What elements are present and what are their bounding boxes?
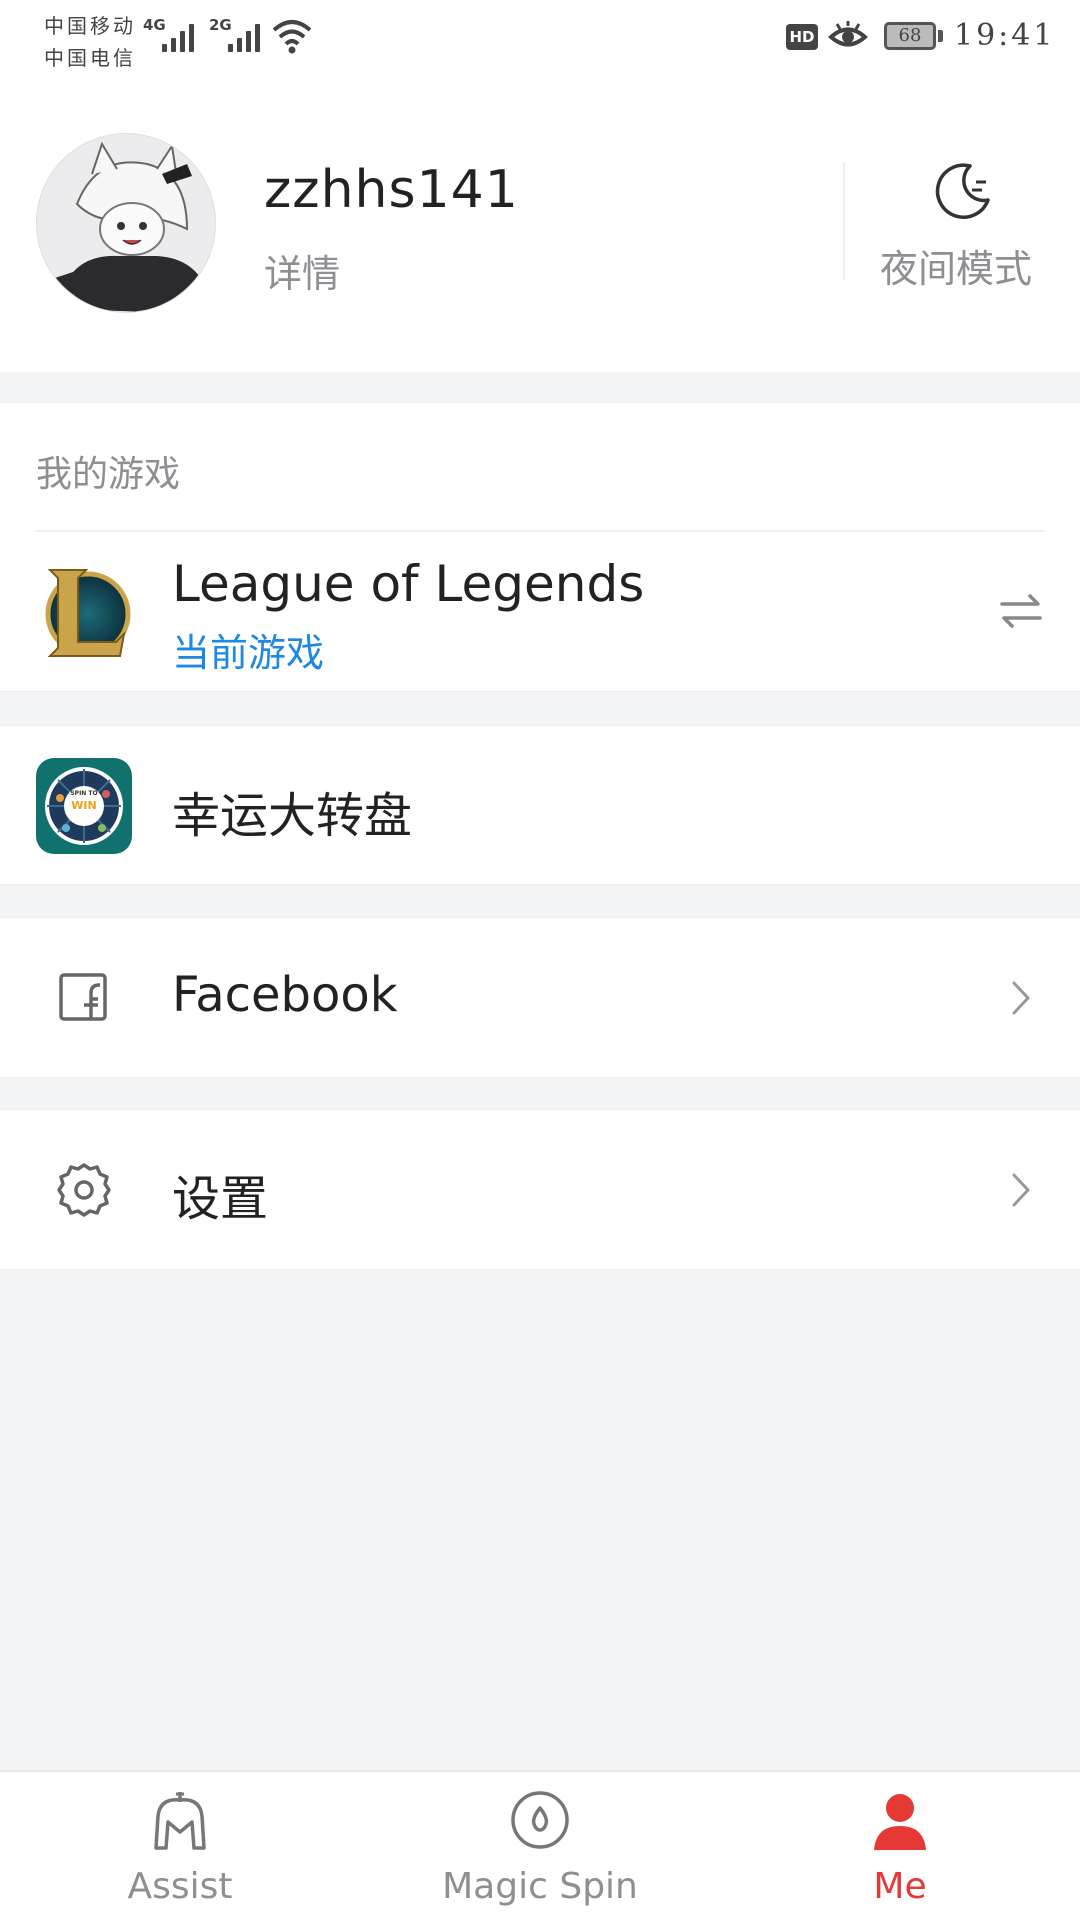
signal-icon (162, 18, 202, 52)
header-divider (843, 162, 845, 280)
hd-badge: HD (786, 24, 818, 50)
league-of-legends-logo (45, 569, 131, 657)
status-time: 19:41 (954, 18, 1056, 53)
details-link[interactable]: 详情 (264, 243, 340, 298)
switch-game-icon[interactable] (998, 588, 1044, 634)
current-game-label: 当前游戏 (172, 631, 325, 675)
divider (36, 530, 1044, 532)
nav-label-me: Me (873, 1866, 927, 1907)
avatar[interactable] (36, 133, 216, 313)
night-mode-toggle[interactable]: 夜间模式 (880, 238, 1032, 293)
battery-cap (938, 30, 943, 42)
lucky-wheel-icon-text-top: SPIN TO (70, 790, 98, 797)
facebook-icon (59, 973, 107, 1021)
battery-icon: 68 (884, 22, 936, 50)
lucky-wheel-icon-text-mid: WIN (71, 799, 97, 812)
carrier-label-2: 中国电信 (44, 46, 136, 70)
username[interactable]: zzhhs141 (264, 160, 519, 220)
section-title-my-games: 我的游戏 (36, 454, 181, 495)
moon-icon[interactable] (932, 160, 994, 222)
magic-spin-icon (511, 1791, 569, 1849)
current-game-title[interactable]: League of Legends (172, 555, 644, 613)
facebook-row[interactable] (0, 917, 1080, 1078)
chevron-right-icon (1012, 981, 1030, 1015)
settings-row[interactable] (0, 1109, 1080, 1270)
settings-label: 设置 (172, 1171, 269, 1227)
nav-label-assist: Assist (127, 1866, 233, 1907)
lucky-wheel-row[interactable] (0, 725, 1080, 885)
eye-icon (828, 21, 868, 47)
wifi-icon (272, 20, 312, 54)
carrier-label-1: 中国移动 (44, 14, 136, 38)
user-icon (874, 1794, 926, 1850)
chevron-right-icon (1012, 1173, 1030, 1207)
signal-icon (228, 18, 268, 52)
assist-icon (154, 1792, 206, 1850)
nav-label-magic-spin: Magic Spin (442, 1866, 638, 1907)
facebook-label: Facebook (172, 967, 398, 1023)
lucky-wheel-label: 幸运大转盘 (172, 788, 413, 844)
gear-icon (57, 1163, 111, 1217)
